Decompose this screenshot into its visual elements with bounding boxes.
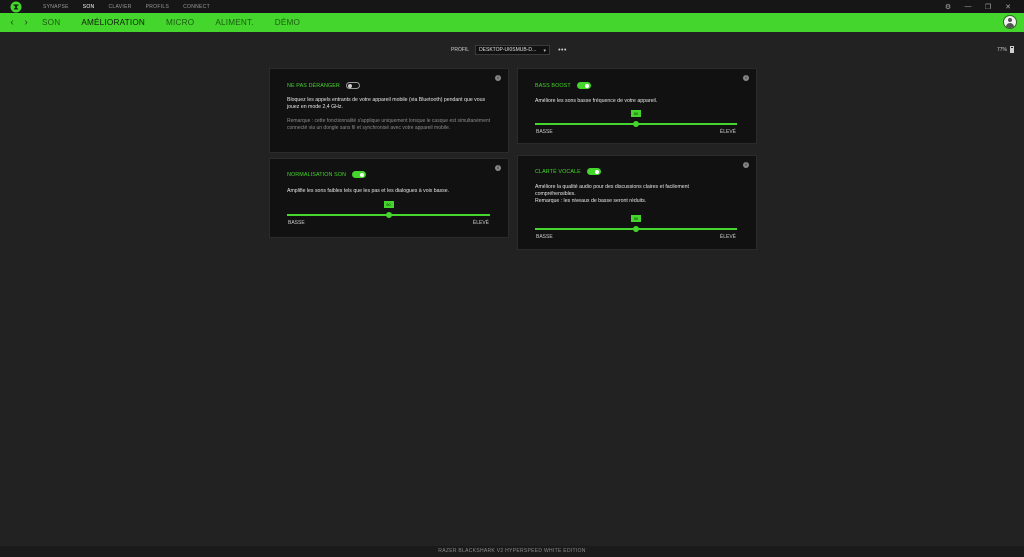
tab-son[interactable]: SON <box>42 18 60 27</box>
chevron-down-icon: ▾ <box>543 48 547 54</box>
tab-demo[interactable]: DÉMO <box>275 18 300 27</box>
toggle-bass-boost[interactable] <box>576 82 591 89</box>
toggle-clarte-vocale[interactable] <box>586 168 601 175</box>
slider-max-label: ÉLEVÉ <box>719 234 736 240</box>
card-title-row: NE PAS DÉRANGER <box>287 82 360 89</box>
card-clarte-vocale: i CLARTÉ VOCALE Améliore la qualité audi… <box>517 155 757 250</box>
topnav-connect[interactable]: CONNECT <box>183 4 210 10</box>
topnav-clavier[interactable]: CLAVIER <box>108 4 131 10</box>
card-description: Améliore la qualité audio pour des discu… <box>535 184 689 197</box>
tab-amelioration[interactable]: AMÉLIORATION <box>81 18 145 27</box>
settings-icon[interactable]: ⚙ <box>938 3 958 11</box>
info-icon[interactable]: i <box>495 165 501 171</box>
more-options-icon[interactable]: ••• <box>558 47 567 54</box>
slider-min-label: BASSE <box>536 129 553 135</box>
minimize-icon[interactable]: — <box>958 3 978 10</box>
card-description: Bloquez les appels entrants de votre app… <box>287 97 486 110</box>
normalisation-slider[interactable]: 50 BASSE ÉLEVÉ <box>287 201 490 226</box>
slider-value: 50 <box>631 110 641 117</box>
card-title: NE PAS DÉRANGER <box>287 82 340 89</box>
topnav-synapse[interactable]: SYNAPSE <box>43 4 69 10</box>
close-icon[interactable]: ✕ <box>998 3 1018 11</box>
card-ne-pas-deranger: i NE PAS DÉRANGER Bloquez les appels ent… <box>269 68 509 153</box>
info-icon[interactable]: i <box>495 75 501 81</box>
card-title: NORMALISATION SON <box>287 171 347 178</box>
slider-min-label: BASSE <box>536 234 553 240</box>
card-title: BASS BOOST <box>535 82 571 89</box>
sub-navigation: ‹ › SON AMÉLIORATION MICRO ALIMENT. DÉMO <box>0 13 1024 32</box>
card-bass-boost: i BASS BOOST Améliore les sons basse fré… <box>517 68 757 144</box>
card-title-row: NORMALISATION SON <box>287 171 367 178</box>
slider-value: 50 <box>631 215 641 222</box>
info-icon[interactable]: i <box>743 75 749 81</box>
forward-arrow-icon[interactable]: › <box>19 17 33 28</box>
card-normalisation-son: i NORMALISATION SON Amplifie les sons fa… <box>269 158 509 238</box>
history-arrows: ‹ › <box>5 13 33 32</box>
card-description: Améliore les sons basse fréquence de vot… <box>535 98 658 104</box>
slider-thumb[interactable] <box>633 226 639 232</box>
battery-status: 77% <box>997 46 1014 53</box>
window-controls: ⚙ — ❐ ✕ <box>938 0 1018 13</box>
profile-label: PROFIL <box>451 47 470 53</box>
topnav-profils[interactable]: PROFILS <box>146 4 170 10</box>
topnav-son[interactable]: SON <box>83 4 95 10</box>
card-title-row: CLARTÉ VOCALE <box>535 168 601 175</box>
user-avatar-icon[interactable] <box>1003 15 1017 29</box>
slider-thumb[interactable] <box>633 121 639 127</box>
razer-logo-icon[interactable] <box>10 1 22 13</box>
card-title: CLARTÉ VOCALE <box>535 168 581 175</box>
sub-tabs: SON AMÉLIORATION MICRO ALIMENT. DÉMO <box>42 13 321 32</box>
battery-percent: 77% <box>996 46 1007 53</box>
tab-micro[interactable]: MICRO <box>166 18 194 27</box>
profile-row: PROFIL DESKTOP-UI0SMUB-D... ▾ ••• <box>451 45 567 55</box>
tab-aliment[interactable]: ALIMENT. <box>215 18 253 27</box>
slider-max-label: ÉLEVÉ <box>472 220 489 226</box>
clarte-vocale-slider[interactable]: 50 BASSE ÉLEVÉ <box>535 215 737 240</box>
top-navigation: SYNAPSE SON CLAVIER PROFILS CONNECT <box>43 0 224 13</box>
info-icon[interactable]: i <box>743 162 749 168</box>
slider-thumb[interactable] <box>385 212 392 218</box>
bass-boost-slider[interactable]: 50 BASSE ÉLEVÉ <box>535 110 737 135</box>
device-footer: RAZER BLACKSHARK V2 HYPERSPEED WHITE EDI… <box>0 546 1024 557</box>
restore-icon[interactable]: ❐ <box>978 3 998 11</box>
card-remark: Remarque : les niveaux de basse seront r… <box>535 198 647 204</box>
toggle-ne-pas-deranger[interactable] <box>345 82 360 89</box>
slider-value: 50 <box>383 201 394 208</box>
slider-min-label: BASSE <box>288 220 305 226</box>
card-note: Remarque : cette fonctionnalité s'appliq… <box>287 118 491 131</box>
toggle-normalisation-son[interactable] <box>352 171 367 178</box>
profile-value: DESKTOP-UI0SMUB-D... <box>479 47 537 53</box>
profile-dropdown[interactable]: DESKTOP-UI0SMUB-D... ▾ <box>475 45 551 55</box>
battery-icon <box>1010 46 1014 53</box>
card-description: Amplifie les sons faibles tels que les p… <box>287 188 450 194</box>
back-arrow-icon[interactable]: ‹ <box>5 17 19 28</box>
title-bar: SYNAPSE SON CLAVIER PROFILS CONNECT ⚙ — … <box>0 0 1024 13</box>
card-title-row: BASS BOOST <box>535 82 591 89</box>
slider-max-label: ÉLEVÉ <box>719 129 736 135</box>
